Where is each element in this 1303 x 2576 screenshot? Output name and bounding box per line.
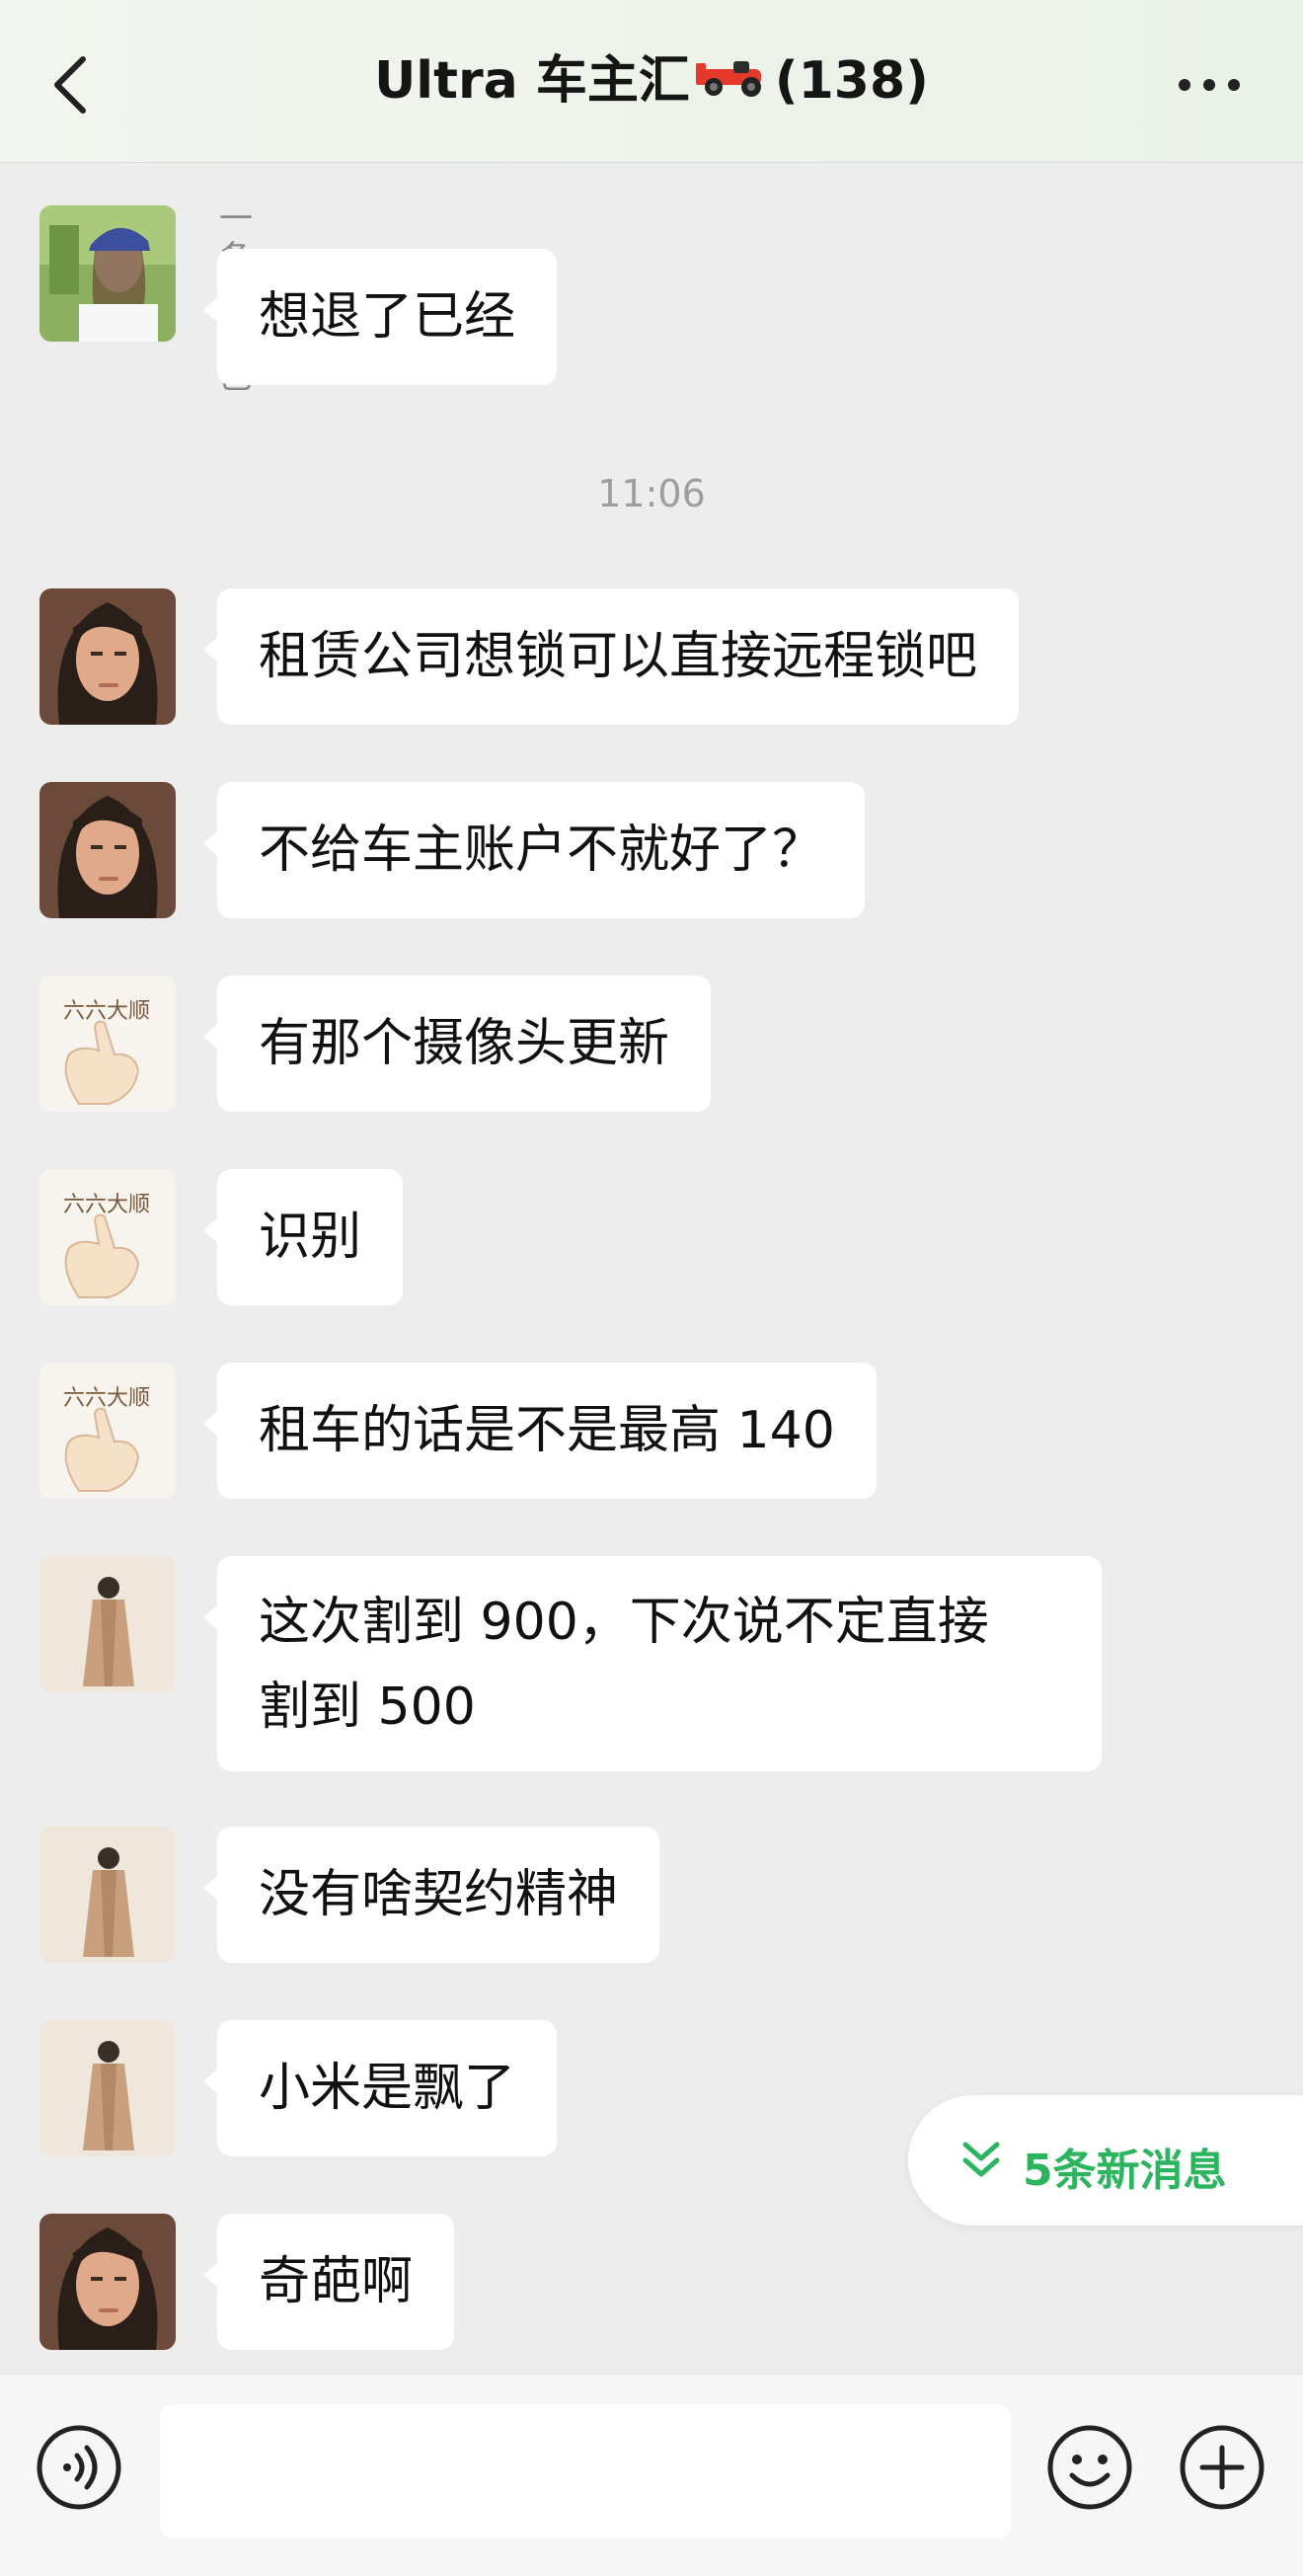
add-attachment-icon[interactable] <box>1177 2422 1267 2513</box>
voice-input-icon[interactable] <box>34 2422 124 2513</box>
new-messages-button[interactable]: 5条新消息 <box>908 2095 1303 2225</box>
message-bubble[interactable]: 想退了已经 <box>202 249 558 385</box>
input-bar <box>0 2374 1303 2576</box>
message-input[interactable] <box>160 2404 1011 2538</box>
more-options-icon[interactable] <box>1175 67 1244 103</box>
race-car-icon <box>694 52 771 116</box>
message-bubble[interactable]: 识别 <box>202 1169 404 1305</box>
message-line: 割到 500 <box>259 1678 476 1737</box>
group-name: Ultra 车主汇 <box>374 51 690 111</box>
message-bubble[interactable]: 不给车主账户不就好了？ <box>202 782 866 918</box>
new-messages-label: 5条新消息 <box>1023 2146 1227 2196</box>
message-bubble[interactable]: 租赁公司想锁可以直接远程锁吧 <box>202 588 1020 725</box>
double-chevron-down-icon <box>962 2142 1000 2177</box>
avatar-caption: 六六大顺 <box>63 1193 151 1217</box>
thumb-hand-avatar[interactable]: 六六大顺 <box>39 1363 176 1499</box>
thumb-hand-avatar[interactable]: 六六大顺 <box>39 1169 176 1305</box>
coat-figure-avatar[interactable] <box>39 2020 176 2156</box>
man-portrait-avatar[interactable] <box>39 588 176 725</box>
girl-cap-avatar[interactable] <box>39 205 176 342</box>
coat-figure-avatar[interactable] <box>39 1827 176 1963</box>
chat-title: Ultra 车主汇 (138) <box>0 49 1303 116</box>
man-portrait-avatar[interactable] <box>39 2214 176 2350</box>
emoji-icon[interactable] <box>1044 2422 1135 2513</box>
avatar-caption: 六六大顺 <box>63 1386 151 1411</box>
message-bubble[interactable]: 奇葩啊 <box>202 2214 455 2350</box>
man-portrait-avatar[interactable] <box>39 782 176 918</box>
coat-figure-avatar[interactable] <box>39 1556 176 1692</box>
thumb-hand-avatar[interactable]: 六六大顺 <box>39 976 176 1112</box>
chat-header: Ultra 车主汇 (138) <box>0 0 1303 163</box>
timestamp-divider: 11:06 <box>597 472 706 515</box>
member-count: (138) <box>774 51 929 111</box>
message-bubble[interactable]: 没有啥契约精神 <box>202 1827 660 1963</box>
message-bubble[interactable]: 小米是飘了 <box>202 2020 558 2156</box>
message-line: 这次割到 900，下次说不定直接 <box>259 1593 989 1652</box>
message-bubble[interactable]: 这次割到 900，下次说不定直接 割到 500 <box>203 1556 1102 1771</box>
avatar-caption: 六六大顺 <box>63 999 151 1024</box>
message-bubble[interactable]: 有那个摄像头更新 <box>202 976 712 1112</box>
message-bubble[interactable]: 租车的话是不是最高 140 <box>203 1363 877 1499</box>
